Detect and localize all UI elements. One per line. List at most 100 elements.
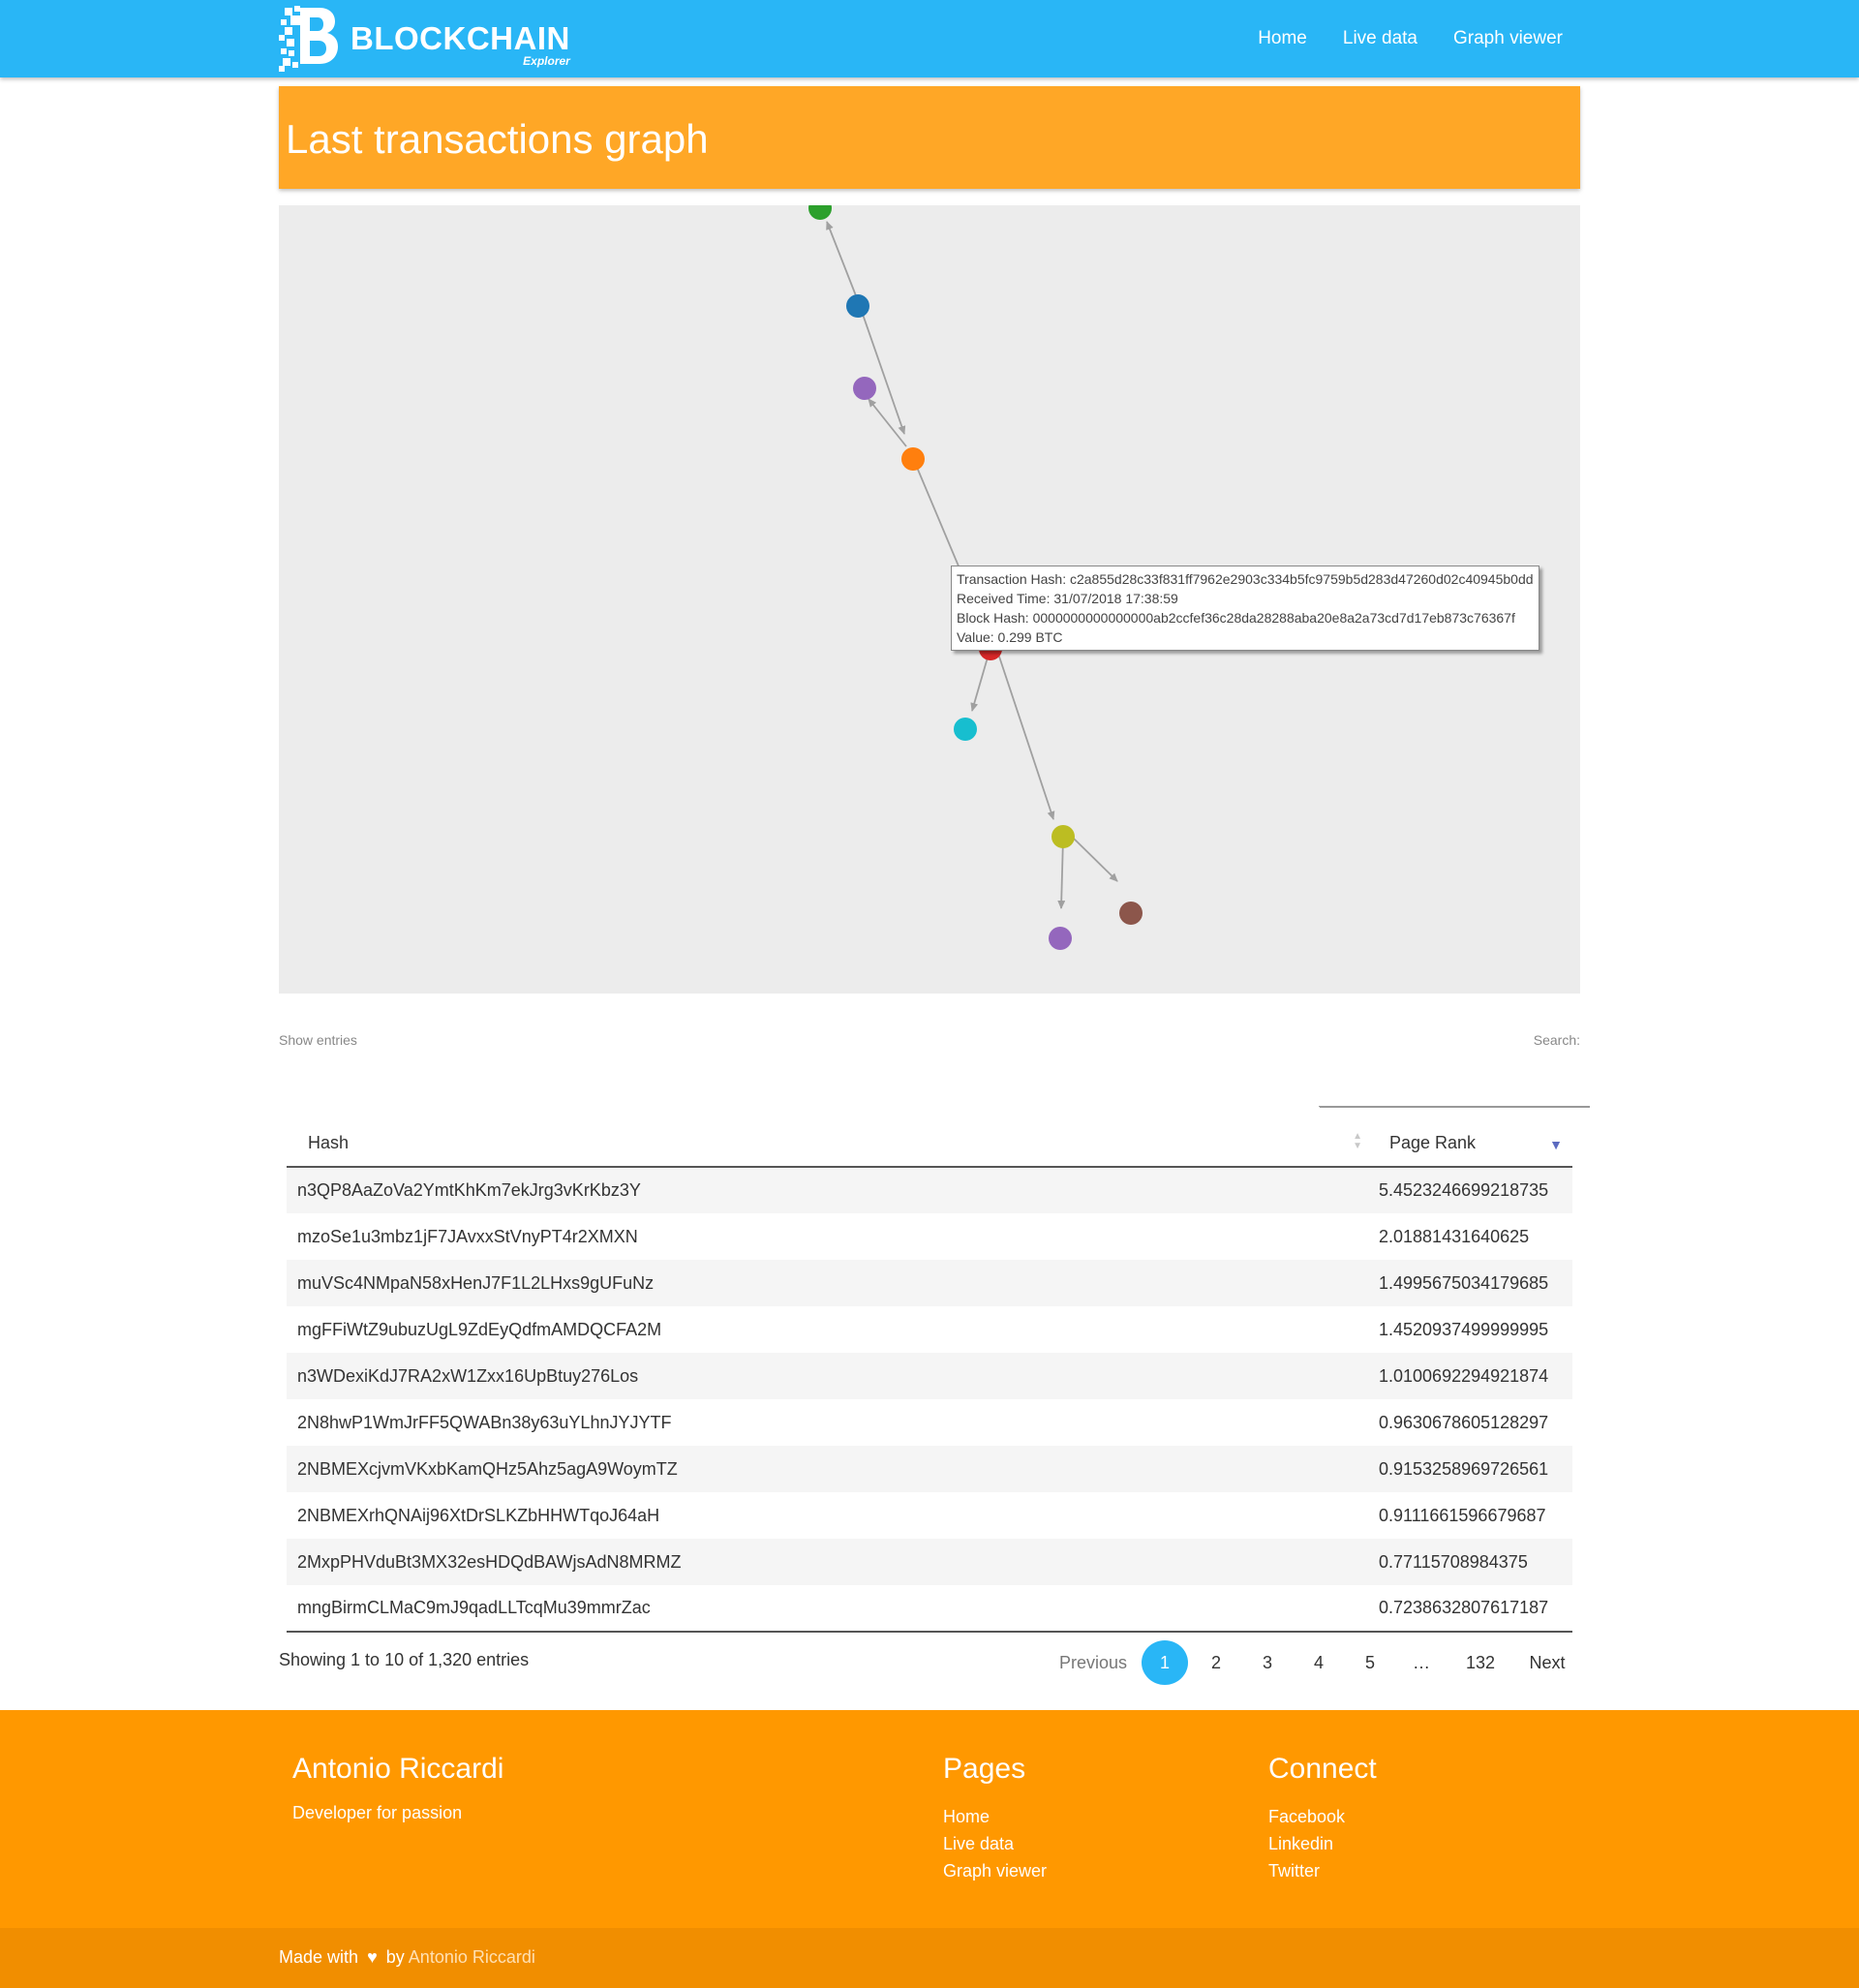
cell-rank: 0.7238632807617187	[1368, 1585, 1572, 1633]
cell-hash: n3WDexiKdJ7RA2xW1Zxx16UpBtuy276Los	[287, 1353, 1368, 1399]
graph-node[interactable]	[901, 447, 925, 471]
cell-hash: 2N8hwP1WmJrFF5QWABn38y63uYLhnJYJYTF	[297, 1412, 672, 1432]
graph-node[interactable]	[1119, 902, 1143, 925]
nav-live-data-link[interactable]: Live data	[1343, 28, 1417, 49]
footer-connect-title: Connect	[1268, 1753, 1377, 1785]
brand-subtitle: Explorer	[523, 54, 570, 68]
pagination: Previous 1 2 3 4 5 … 132 Next	[1054, 1640, 1578, 1685]
search-input[interactable]	[1320, 1085, 1590, 1108]
table-row[interactable]: muVSc4NMpaN58xHenJ7F1L2LHxs9gUFuNz 1.4995…	[287, 1260, 1572, 1306]
table-row[interactable]: mzoSe1u3mbz1jF7JAvxxStVnyPT4r2XMXN 2.0188…	[287, 1213, 1572, 1260]
graph-edge	[826, 221, 860, 304]
column-header-rank-label: Page Rank	[1389, 1132, 1477, 1152]
cell-hash: 2NBMEXcjvmVKxbKamQHz5Ahz5agA9WoymTZ	[287, 1446, 1368, 1492]
graph-node[interactable]	[1051, 825, 1075, 848]
nav-links: Home Live data Graph viewer	[1222, 0, 1563, 77]
nav-graph-viewer-link[interactable]: Graph viewer	[1453, 28, 1563, 49]
transactions-graph[interactable]: Transaction Hash: c2a855d28c33f831ff7962…	[279, 205, 1580, 994]
graph-edge	[996, 650, 1055, 820]
cell-hash: 2NBMEXrhQNAij96XtDrSLKZbHHWTqoJ64aH	[297, 1505, 660, 1525]
author-link[interactable]: Antonio Riccardi	[409, 1947, 535, 1967]
table-header-row: Hash ▲ ▼ Page Rank ▼	[287, 1119, 1572, 1168]
footer-facebook-link[interactable]: Facebook	[1268, 1803, 1377, 1830]
column-header-hash-label: Hash	[308, 1132, 350, 1152]
column-header-page-rank[interactable]: Page Rank ▼	[1368, 1119, 1572, 1168]
graph-node[interactable]	[954, 718, 977, 741]
table-row[interactable]: mngBirmCLMaC9mJ9qadLLTcqMu39mmrZac 0.7238…	[287, 1585, 1572, 1633]
footer-linkedin-link[interactable]: Linkedin	[1268, 1830, 1377, 1857]
navbar: BLOCKCHAIN Explorer Home Live data Graph…	[0, 0, 1859, 77]
page-title-card: Last transactions graph	[279, 86, 1580, 189]
made-with-text: Made with	[279, 1947, 359, 1967]
cell-hash: 2MxpPHVduBt3MX32esHDQdBAWjsAdN8MRMZ	[287, 1539, 1368, 1585]
table-row[interactable]: 2MxpPHVduBt3MX32esHDQdBAWjsAdN8MRMZ 0.771…	[287, 1539, 1572, 1585]
page-1-button[interactable]: 1	[1142, 1640, 1188, 1685]
cell-rank: 1.0100692294921874	[1368, 1353, 1572, 1399]
page-title: Last transactions graph	[286, 116, 709, 162]
cell-rank: 5.4523246699218735	[1368, 1167, 1572, 1213]
page-2-button[interactable]: 2	[1193, 1640, 1239, 1685]
sort-desc-icon: ▼	[1549, 1137, 1563, 1152]
footer-bottom: Made with ♥ by Antonio Riccardi	[0, 1928, 1859, 1988]
graph-node[interactable]	[846, 294, 869, 318]
brand-logo-link[interactable]: BLOCKCHAIN Explorer	[277, 0, 570, 77]
graph-edge	[1070, 835, 1118, 882]
page-3-button[interactable]: 3	[1244, 1640, 1291, 1685]
by-text: by	[385, 1947, 405, 1967]
cell-hash: muVSc4NMpaN58xHenJ7F1L2LHxs9gUFuNz	[287, 1260, 1368, 1306]
cell-rank: 0.77115708984375	[1368, 1539, 1572, 1585]
heart-icon: ♥	[367, 1947, 378, 1967]
brand-text: BLOCKCHAIN Explorer	[350, 20, 570, 69]
footer-graph-viewer-link[interactable]: Graph viewer	[943, 1857, 1047, 1884]
page-last-button[interactable]: 132	[1449, 1640, 1511, 1685]
footer-pages-title: Pages	[943, 1753, 1026, 1785]
cell-hash: mzoSe1u3mbz1jF7JAvxxStVnyPT4r2XMXN	[297, 1226, 638, 1246]
nav-home-link[interactable]: Home	[1258, 28, 1307, 49]
tooltip-received-time: Received Time: 31/07/2018 17:38:59	[957, 591, 1178, 606]
search-underline	[1319, 1106, 1590, 1107]
graph-node[interactable]	[853, 377, 876, 400]
footer-credits: Made with ♥ by Antonio Riccardi	[279, 1947, 535, 1968]
blockchain-b-logo-icon	[279, 6, 338, 72]
table-row[interactable]: n3WDexiKdJ7RA2xW1Zxx16UpBtuy276Los 1.0100…	[287, 1353, 1572, 1399]
table-row[interactable]: 2NBMEXcjvmVKxbKamQHz5Ahz5agA9WoymTZ 0.915…	[287, 1446, 1572, 1492]
previous-page-button[interactable]: Previous	[1059, 1640, 1127, 1685]
cell-rank: 1.4995675034179685	[1368, 1260, 1572, 1306]
cell-rank: 0.9153258969726561	[1368, 1446, 1572, 1492]
search-label: Search:	[1533, 1032, 1580, 1048]
table-row[interactable]: 2N8hwP1WmJrFF5QWABn38y63uYLhnJYJYTF 0.963…	[287, 1399, 1572, 1446]
footer-connect: Connect Facebook Linkedin Twitter	[1268, 1753, 1377, 1884]
page-5-button[interactable]: 5	[1347, 1640, 1393, 1685]
footer-about: Antonio Riccardi Developer for passion	[292, 1753, 503, 1823]
table-row[interactable]: n3QP8AaZoVa2YmtKhKm7ekJrg3vKrKbz3Y 5.4523…	[287, 1167, 1572, 1213]
table-row[interactable]: mgFFiWtZ9ubuzUgL9ZdEyQdfmAMDQCFA2M 1.4520…	[287, 1306, 1572, 1353]
cell-rank: 1.4520937499999995	[1379, 1319, 1549, 1339]
column-header-hash[interactable]: Hash ▲ ▼	[287, 1119, 1368, 1168]
page-4-button[interactable]: 4	[1295, 1640, 1342, 1685]
table-row[interactable]: 2NBMEXrhQNAij96XtDrSLKZbHHWTqoJ64aH 0.911…	[287, 1492, 1572, 1539]
footer-twitter-link[interactable]: Twitter	[1268, 1857, 1377, 1884]
footer-home-link[interactable]: Home	[943, 1803, 1047, 1830]
graph-node[interactable]	[808, 205, 832, 220]
page-rank-table: Hash ▲ ▼ Page Rank ▼ n3QP8AaZoVa2YmtKhKm7…	[287, 1119, 1572, 1633]
footer-pages: Pages Home Live data Graph viewer	[943, 1753, 1047, 1884]
tooltip-block-hash: Block Hash: 0000000000000000ab2ccfef36c2…	[957, 610, 1515, 626]
footer-name: Antonio Riccardi	[292, 1753, 504, 1785]
cell-hash: mgFFiWtZ9ubuzUgL9ZdEyQdfmAMDQCFA2M	[297, 1319, 662, 1339]
tooltip-transaction-hash: Transaction Hash: c2a855d28c33f831ff7962…	[957, 571, 1534, 587]
table-info: Showing 1 to 10 of 1,320 entries	[279, 1650, 530, 1669]
tooltip-value: Value: 0.299 BTC	[957, 629, 1063, 645]
footer-tagline: Developer for passion	[292, 1803, 463, 1822]
cell-rank: 0.9630678605128297	[1379, 1412, 1549, 1432]
show-entries-label: Show entries	[279, 1032, 357, 1048]
cell-rank: 0.9111661596679687	[1379, 1505, 1546, 1525]
graph-node[interactable]	[1049, 927, 1072, 950]
node-tooltip: Transaction Hash: c2a855d28c33f831ff7962…	[951, 566, 1539, 651]
footer: Antonio Riccardi Developer for passion P…	[0, 1710, 1859, 1928]
sort-both-icon: ▲ ▼	[1353, 1131, 1362, 1151]
cell-hash: mngBirmCLMaC9mJ9qadLLTcqMu39mmrZac	[287, 1585, 1368, 1633]
next-page-button[interactable]: Next	[1516, 1640, 1578, 1685]
pagination-ellipsis: …	[1413, 1653, 1430, 1672]
footer-live-data-link[interactable]: Live data	[943, 1830, 1047, 1857]
brand-title: BLOCKCHAIN	[350, 20, 570, 56]
